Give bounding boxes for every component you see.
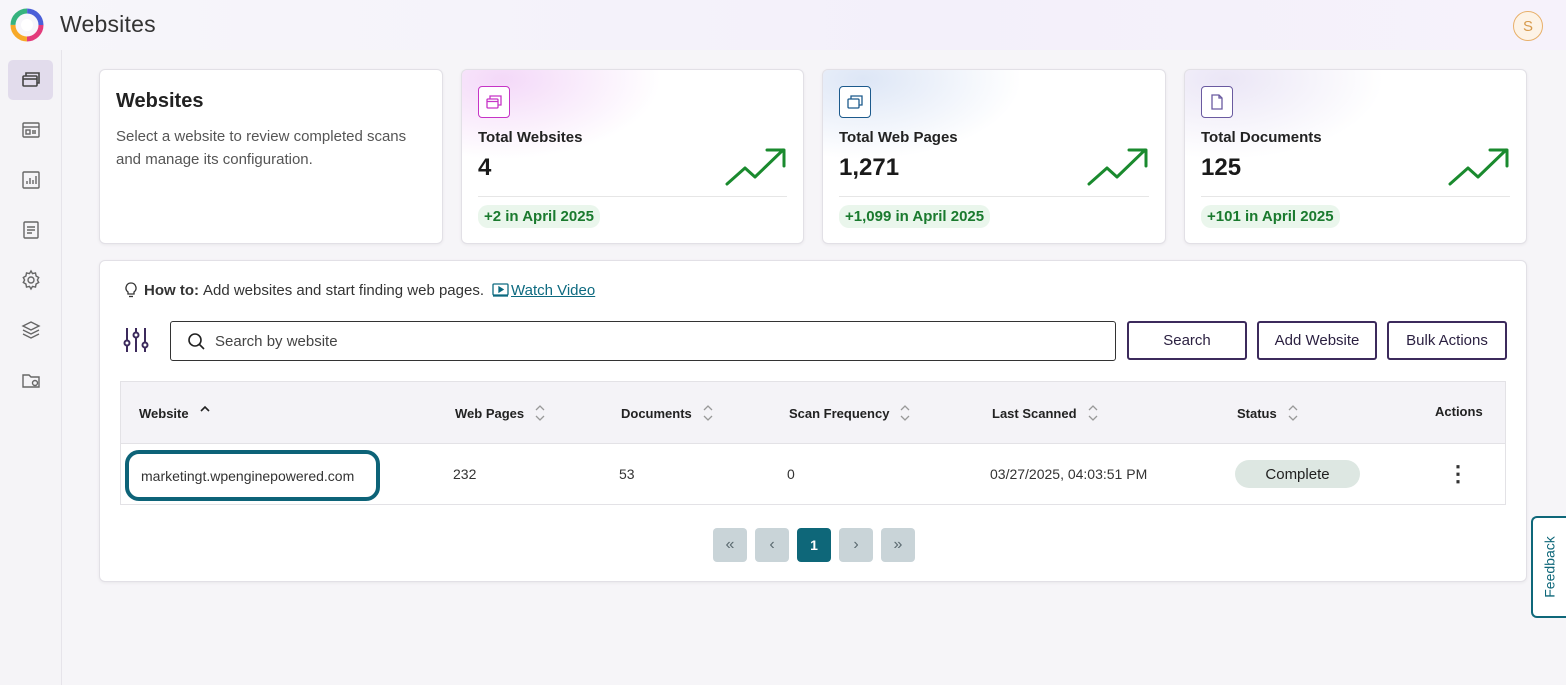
last-scanned-cell: 03/27/2025, 04:03:51 PM [990, 466, 1148, 482]
website-link[interactable]: marketingt.wpenginepowered.com [125, 450, 380, 501]
pagination-last-button[interactable]: » [881, 528, 915, 562]
watch-video-link[interactable]: Watch Video [492, 282, 595, 299]
web-pages-cell: 232 [453, 466, 477, 482]
stat-label: Total Web Pages [839, 129, 958, 146]
stat-value: 1,271 [839, 154, 900, 181]
table-header: Website Web Pages Documents Scan Frequen… [121, 382, 1505, 444]
column-header-web-pages[interactable]: Web Pages [455, 404, 546, 422]
intro-title: Websites [116, 90, 204, 112]
row-actions-kebab-icon[interactable]: ⋮ [1447, 461, 1469, 486]
stat-card-total-documents: Total Documents 125 +101 in April 2025 [1184, 69, 1527, 244]
web-pages-stack-icon [839, 86, 871, 118]
column-header-status[interactable]: Status [1237, 404, 1299, 422]
intro-description: Select a website to review completed sca… [116, 128, 407, 168]
sidebar [0, 50, 62, 685]
bulk-actions-button[interactable]: Bulk Actions [1387, 321, 1507, 360]
document-icon [1201, 86, 1233, 118]
column-header-actions: Actions [1435, 404, 1483, 419]
avatar[interactable]: S [1513, 11, 1543, 41]
sort-icon [535, 405, 545, 421]
stat-card-total-websites: Total Websites 4 +2 in April 2025 [461, 69, 804, 244]
add-website-button[interactable]: Add Website [1257, 321, 1377, 360]
column-header-last-scanned[interactable]: Last Scanned [992, 404, 1099, 422]
pagination-prev-button[interactable]: ‹ [755, 528, 789, 562]
search-button[interactable]: Search [1127, 321, 1247, 360]
stat-change-badge: +1,099 in April 2025 [839, 205, 991, 228]
websites-panel: How to: Add websites and start finding w… [99, 260, 1527, 582]
trend-up-icon [1087, 148, 1148, 186]
search-field[interactable] [170, 321, 1116, 361]
scan-frequency-cell: 0 [787, 466, 795, 482]
layers-icon [20, 321, 41, 339]
watch-video-label: Watch Video [511, 281, 596, 299]
stat-card-total-web-pages: Total Web Pages 1,271 +1,099 in April 20… [822, 69, 1166, 244]
stat-label: Total Documents [1201, 129, 1322, 146]
howto-bar: How to: Add websites and start finding w… [122, 281, 595, 299]
page-title: Websites [60, 11, 156, 37]
search-icon [188, 333, 205, 350]
feedback-tab[interactable]: Feedback [1531, 516, 1566, 618]
feedback-label: Feedback [1541, 536, 1558, 598]
websites-icon [478, 86, 510, 118]
lightbulb-icon [125, 282, 137, 298]
stat-label: Total Websites [478, 129, 583, 146]
sort-icon [900, 405, 910, 421]
sidebar-item-web-pages[interactable] [8, 110, 53, 150]
stat-value: 125 [1201, 154, 1242, 181]
sidebar-item-settings[interactable] [8, 260, 53, 300]
sort-icon [1088, 405, 1097, 421]
stat-change-badge: +101 in April 2025 [1201, 205, 1340, 228]
status-badge: Complete [1235, 460, 1360, 488]
documents-cell: 53 [619, 466, 635, 482]
websites-icon [21, 72, 40, 87]
stat-change-badge: +2 in April 2025 [478, 205, 600, 228]
video-icon [492, 283, 509, 297]
sidebar-item-layers[interactable] [8, 310, 53, 350]
sidebar-item-reports[interactable] [8, 160, 53, 200]
gear-icon [21, 269, 40, 291]
report-icon [21, 171, 40, 189]
top-bar: Websites S [0, 0, 1566, 50]
search-input[interactable] [215, 332, 1095, 350]
sort-icon [703, 405, 713, 421]
pagination-first-button[interactable]: « [713, 528, 747, 562]
sidebar-item-folder-settings[interactable] [8, 360, 53, 400]
trend-up-icon [1448, 148, 1509, 186]
app-logo-icon[interactable] [9, 8, 45, 42]
intro-card: Websites Select a website to review comp… [99, 69, 443, 244]
trend-up-icon [725, 148, 786, 186]
pagination-next-button[interactable]: › [839, 528, 873, 562]
sidebar-item-websites[interactable] [8, 60, 53, 100]
web-pages-icon [21, 122, 40, 138]
column-header-documents[interactable]: Documents [621, 404, 714, 422]
howto-text: Add websites and start finding web pages… [202, 281, 484, 299]
sort-ascending-icon [200, 405, 210, 412]
sort-icon [1288, 405, 1298, 421]
folder-gear-icon [21, 374, 40, 388]
howto-prefix: How to: [144, 281, 199, 299]
document-icon [22, 221, 39, 239]
websites-table: Website Web Pages Documents Scan Frequen… [120, 381, 1506, 505]
sidebar-item-documents[interactable] [8, 210, 53, 250]
pagination-page-1[interactable]: 1 [797, 528, 831, 562]
column-header-scan-frequency[interactable]: Scan Frequency [789, 404, 911, 422]
filter-sliders-icon[interactable] [122, 326, 150, 354]
column-header-website[interactable]: Website [139, 404, 211, 422]
stat-value: 4 [478, 154, 492, 181]
